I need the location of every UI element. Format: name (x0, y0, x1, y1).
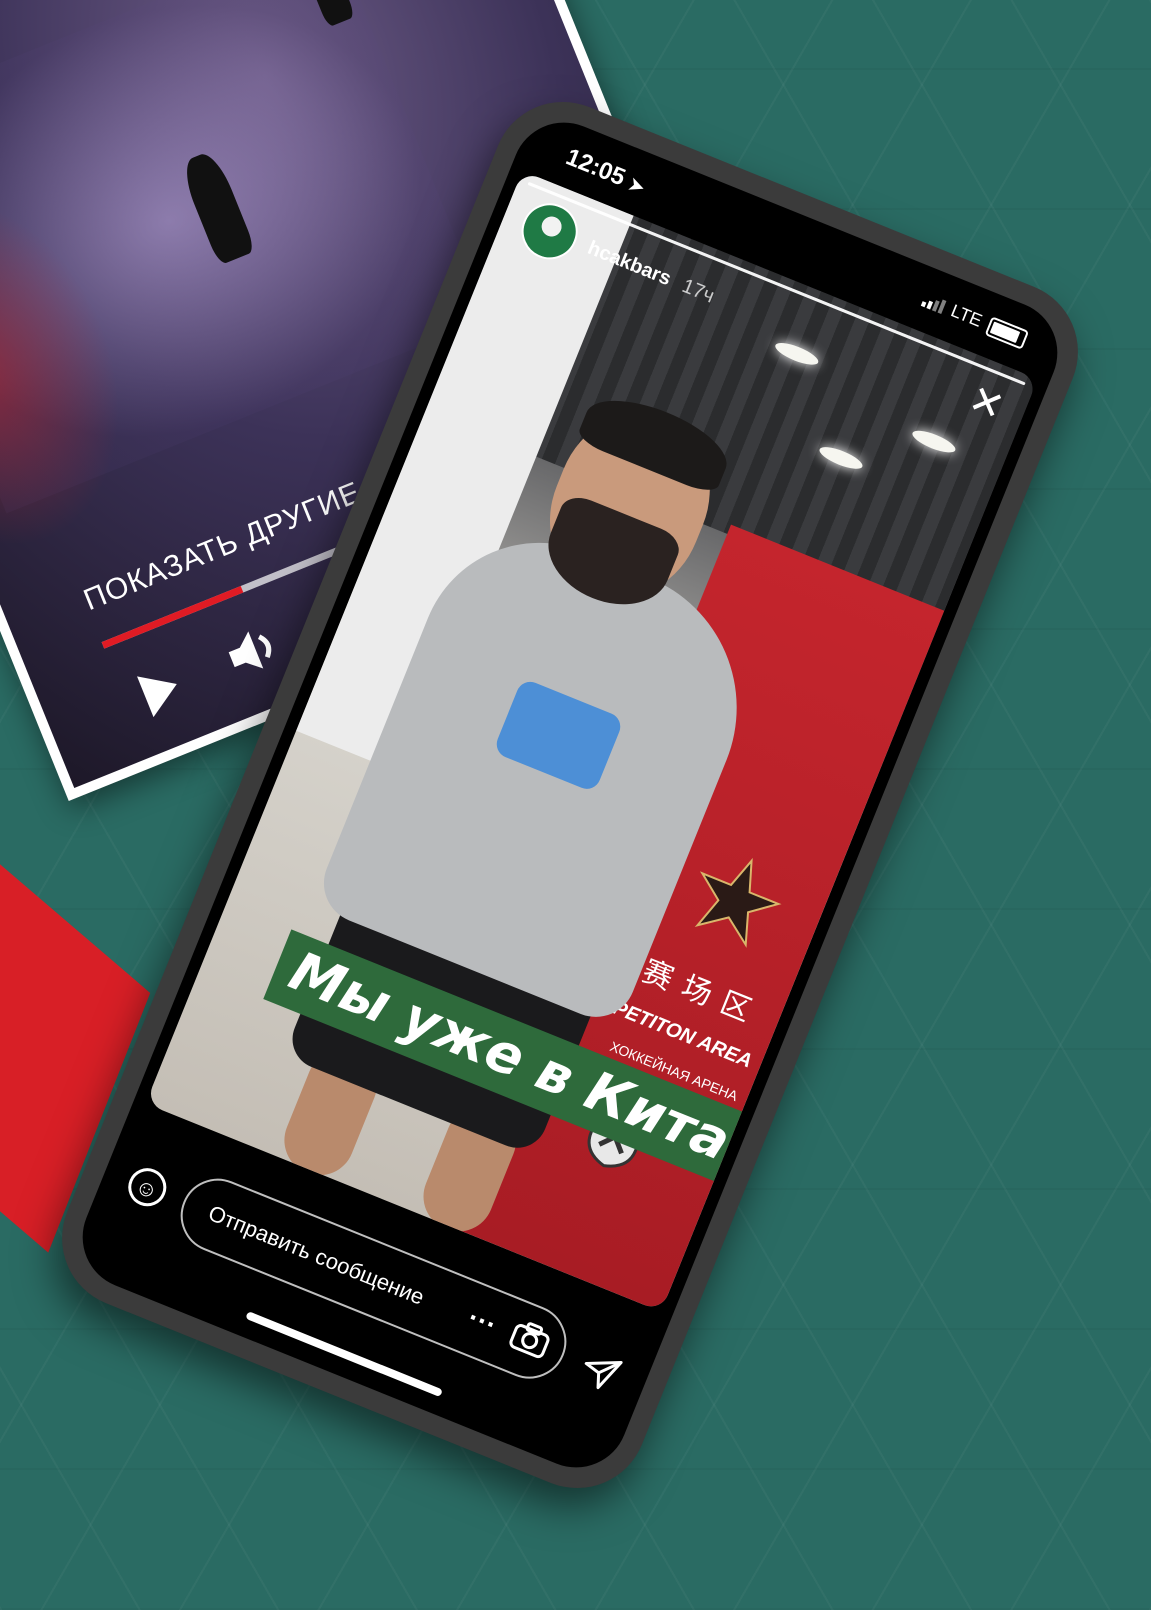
story-username[interactable]: hcakbars (584, 236, 675, 290)
location-arrow-icon: ➤ (625, 173, 648, 198)
scene: ПОКАЗАТЬ ДРУГИЕ ВИДЕ 0:1 12:05 ➤ (0, 0, 1151, 1610)
signal-icon (921, 292, 947, 314)
emoji-icon[interactable]: ☺ (122, 1162, 173, 1212)
status-time-text: 12:05 (562, 143, 630, 192)
volume-icon[interactable] (219, 616, 293, 685)
send-icon[interactable] (574, 1345, 626, 1397)
story-time-ago: 17ч (679, 274, 718, 308)
avatar[interactable] (513, 194, 587, 268)
network-label: LTE (948, 300, 986, 331)
play-icon[interactable] (137, 663, 186, 718)
battery-icon (984, 315, 1030, 350)
redstar-logo-icon (694, 857, 782, 948)
